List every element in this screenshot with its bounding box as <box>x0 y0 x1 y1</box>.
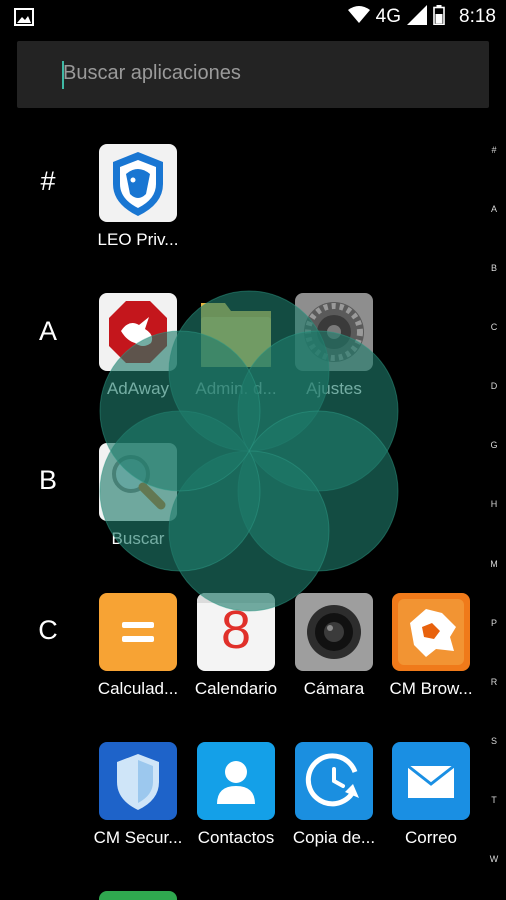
index-letter[interactable]: W <box>486 854 502 864</box>
section-header-hash: # <box>40 166 56 196</box>
index-letter[interactable]: C <box>486 322 502 332</box>
signal-icon <box>407 5 428 29</box>
index-letter[interactable]: H <box>486 499 502 509</box>
calculator-icon <box>99 593 177 671</box>
app-label: Correo <box>405 828 457 847</box>
index-letter[interactable]: # <box>486 145 502 155</box>
app-label: Calendario <box>194 679 278 698</box>
index-letter[interactable]: D <box>486 381 502 391</box>
app-partial-next[interactable] <box>99 891 177 900</box>
app-label: Ajustes <box>306 379 362 398</box>
app-label: CM Secur... <box>93 828 183 847</box>
app-calendario[interactable]: 8 Calendario <box>187 593 285 717</box>
settings-gear-icon <box>295 293 373 371</box>
contacts-person-icon <box>197 742 275 820</box>
app-label: Copia de... <box>292 828 376 847</box>
index-letter[interactable]: B <box>486 263 502 273</box>
index-letter[interactable]: R <box>486 677 502 687</box>
mail-envelope-icon <box>392 742 470 820</box>
search-input[interactable]: Buscar aplicaciones <box>17 41 489 108</box>
index-letter[interactable]: A <box>486 204 502 214</box>
gallery-notification-icon <box>14 8 34 30</box>
app-buscar[interactable]: Buscar <box>89 443 187 567</box>
app-contactos[interactable]: Contactos <box>187 742 285 866</box>
app-label: LEO Priv... <box>97 230 179 249</box>
app-camara[interactable]: Cámara <box>285 593 383 717</box>
index-letter[interactable]: S <box>486 736 502 746</box>
app-label: Admin. d... <box>195 379 277 398</box>
battery-icon <box>433 5 445 29</box>
adaway-icon <box>99 293 177 371</box>
folder-icon <box>197 293 275 371</box>
leo-privacy-icon <box>99 144 177 222</box>
section-header-b: B <box>38 465 57 495</box>
calendar-icon: 8 <box>197 593 275 671</box>
search-placeholder: Buscar aplicaciones <box>63 62 241 84</box>
cm-browser-tiger-icon <box>392 593 470 671</box>
app-label: Calculad... <box>97 679 179 698</box>
app-admin-archivos[interactable]: Admin. d... <box>187 293 285 417</box>
app-cm-security[interactable]: CM Secur... <box>89 742 187 866</box>
app-label: Cámara <box>303 679 365 698</box>
section-header-c: C <box>38 615 58 645</box>
app-cm-browser[interactable]: CM Brow... <box>382 593 480 717</box>
clock: 8:18 <box>459 6 496 27</box>
app-label: CM Brow... <box>389 679 473 698</box>
wifi-icon <box>347 6 370 28</box>
index-letter[interactable]: G <box>486 440 502 450</box>
app-label: Buscar <box>111 529 165 548</box>
app-correo[interactable]: Correo <box>382 742 480 866</box>
app-leo-privacy[interactable]: LEO Priv... <box>89 144 187 268</box>
app-adaway[interactable]: AdAway <box>89 293 187 417</box>
cm-security-shield-icon <box>99 742 177 820</box>
index-letter[interactable]: T <box>486 795 502 805</box>
magnifier-icon <box>99 443 177 521</box>
app-calculadora[interactable]: Calculad... <box>89 593 187 717</box>
network-type: 4G <box>375 6 402 27</box>
app-ajustes[interactable]: Ajustes <box>285 293 383 417</box>
index-letter[interactable]: P <box>486 618 502 628</box>
backup-clock-icon <box>295 742 373 820</box>
index-letter[interactable]: M <box>486 559 502 569</box>
app-label: AdAway <box>106 379 170 398</box>
status-bar: 4G 8:18 <box>0 0 506 36</box>
app-label: Contactos <box>197 828 275 847</box>
app-copia-de-seguridad[interactable]: Copia de... <box>285 742 383 866</box>
calendar-day: 8 <box>220 600 252 660</box>
camera-icon <box>295 593 373 671</box>
section-header-a: A <box>38 316 57 346</box>
